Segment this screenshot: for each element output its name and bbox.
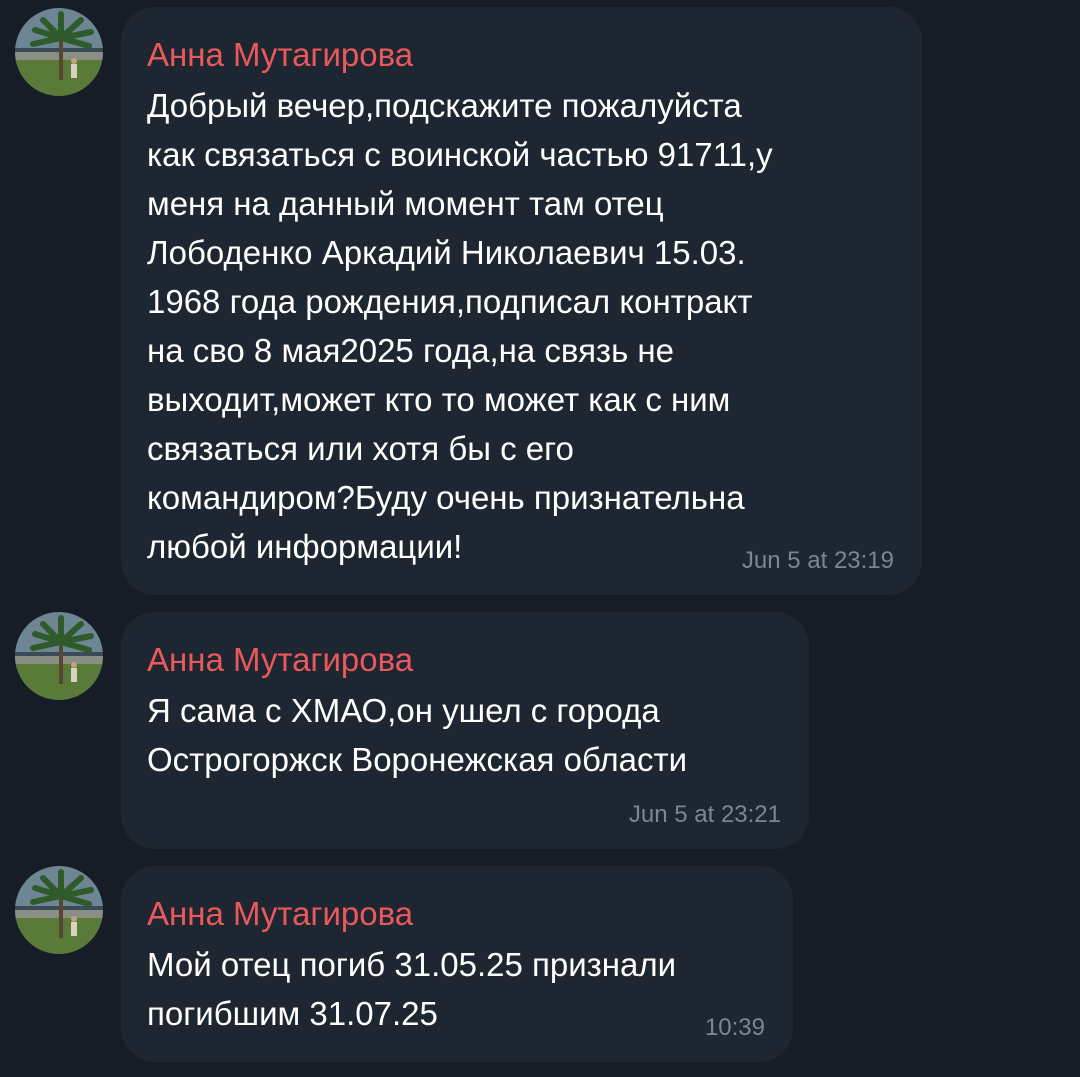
avatar-photo-icon xyxy=(15,8,103,96)
message-timestamp: Jun 5 at 23:19 xyxy=(741,547,894,574)
message-timestamp: Jun 5 at 23:21 xyxy=(628,801,781,828)
message-timestamp: 10:39 xyxy=(704,1014,765,1041)
message-text: Я сама с ХМАО,он ушел с города Острогорж… xyxy=(147,692,688,778)
avatar[interactable] xyxy=(15,866,103,954)
message-bubble[interactable]: Анна Мутагирова Добрый вечер,подскажите … xyxy=(121,7,922,595)
sender-name[interactable]: Анна Мутагирова xyxy=(147,35,896,75)
avatar-photo-icon xyxy=(15,866,103,954)
avatar[interactable] xyxy=(15,8,103,96)
message-bubble[interactable]: Анна Мутагирова Мой отец погиб 31.05.25 … xyxy=(121,866,793,1062)
message-text: Мой отец погиб 31.05.25 признали погибши… xyxy=(147,946,677,1032)
sender-name[interactable]: Анна Мутагирова xyxy=(147,894,767,934)
avatar[interactable] xyxy=(15,612,103,700)
message-bubble[interactable]: Анна Мутагирова Я сама с ХМАО,он ушел с … xyxy=(121,612,809,849)
avatar-photo-icon xyxy=(15,612,103,700)
sender-name[interactable]: Анна Мутагирова xyxy=(147,640,783,680)
message-text: Добрый вечер,подскажите пожалуйста как с… xyxy=(147,87,773,565)
